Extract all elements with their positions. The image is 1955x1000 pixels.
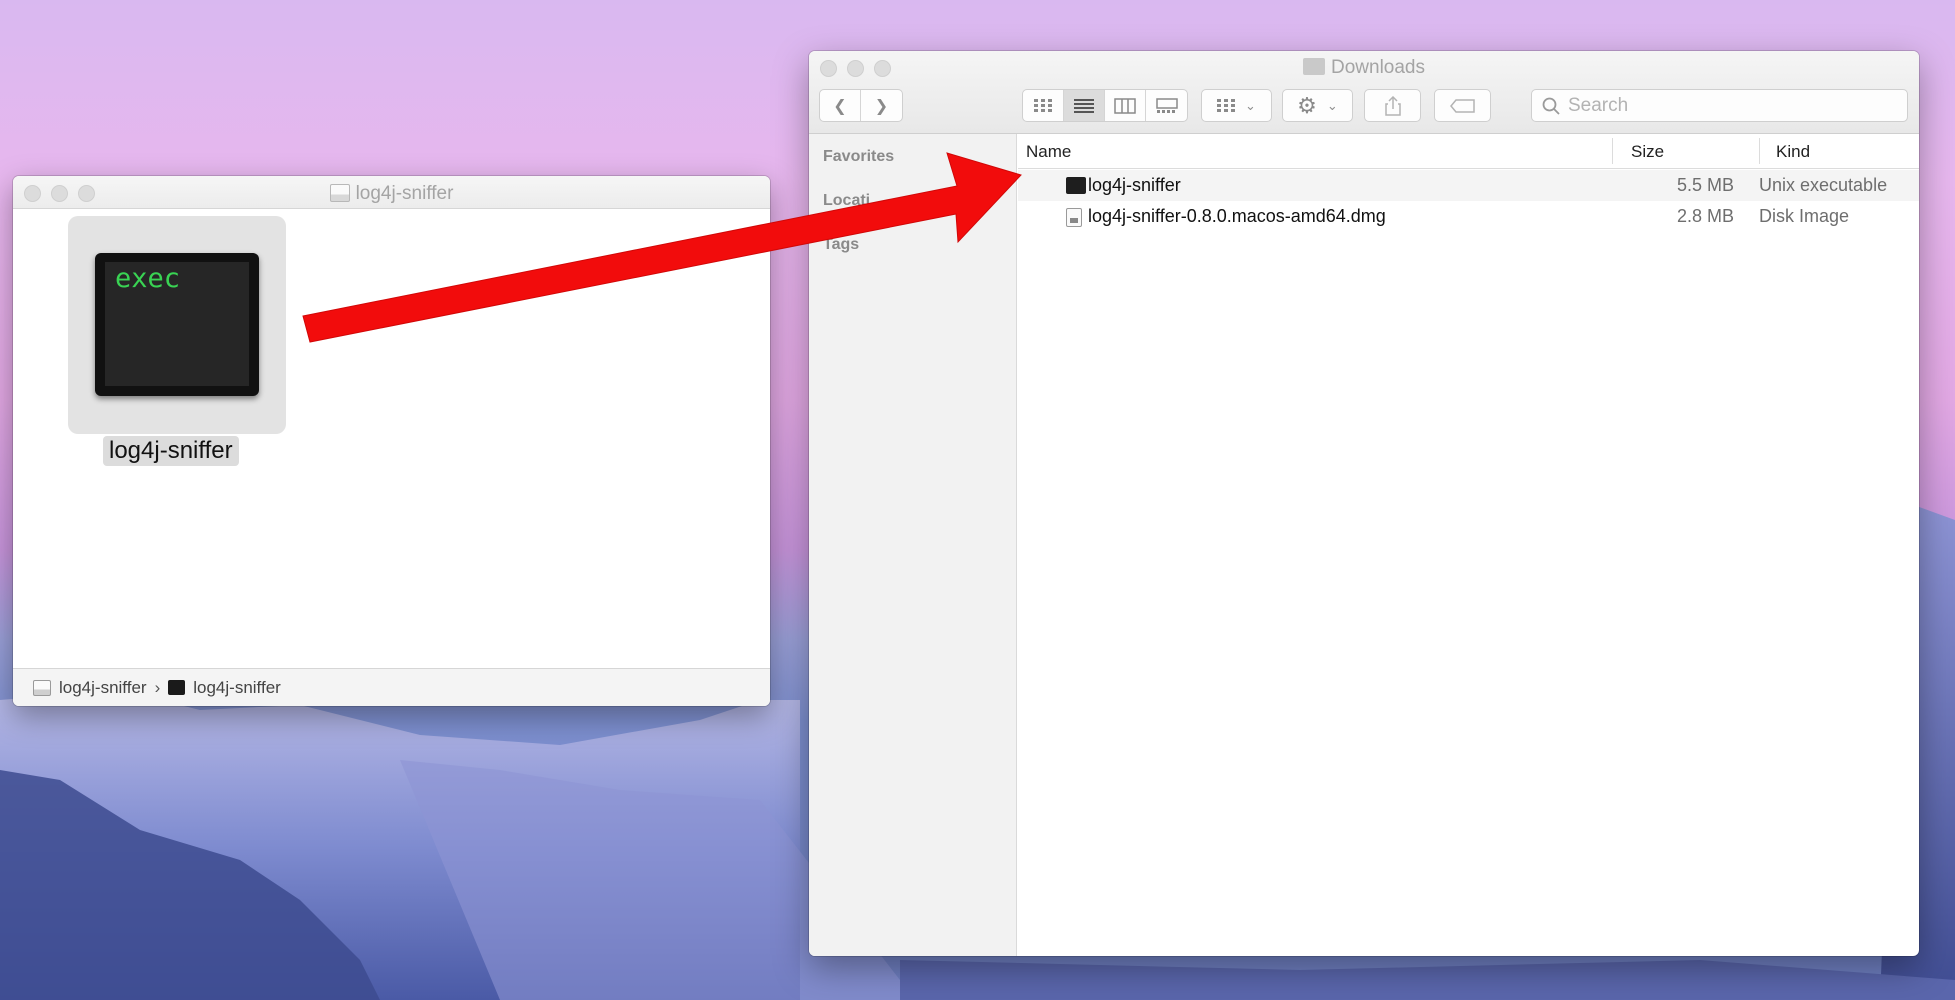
file-size: 2.8 MB	[1676, 206, 1734, 226]
list-view-button[interactable]	[1064, 90, 1105, 121]
gallery-view-button[interactable]	[1146, 90, 1187, 121]
sidebar-locations-header[interactable]: Locati	[823, 192, 870, 210]
column-header-size[interactable]: Size	[1631, 142, 1664, 162]
group-grid-icon	[1217, 98, 1236, 112]
view-mode-control	[1022, 89, 1188, 122]
window-title-text: log4j-sniffer	[355, 183, 454, 204]
gallery-icon	[1155, 97, 1178, 113]
file-row[interactable]: log4j-sniffer-0.8.0.macos-amd64.dmg 2.8 …	[1018, 201, 1919, 232]
toolbar: Downloads ❮ ❯ ⌄ ⚙ ⌄	[809, 51, 1919, 134]
icon-grid-icon	[1034, 98, 1052, 112]
path-segment-file[interactable]: log4j-sniffer	[168, 678, 281, 698]
terminal-icon	[168, 680, 186, 695]
file-label[interactable]: log4j-sniffer	[103, 436, 239, 466]
share-button[interactable]	[1364, 89, 1421, 122]
back-button[interactable]: ❮	[820, 90, 861, 121]
chevron-left-icon: ❮	[833, 97, 847, 115]
downloads-window[interactable]: Downloads ❮ ❯ ⌄ ⚙ ⌄ Search Favorites Loc…	[809, 51, 1919, 956]
window-title: Downloads	[809, 57, 1919, 79]
path-file-label: log4j-sniffer	[193, 677, 281, 697]
column-divider[interactable]	[1759, 138, 1760, 164]
downloads-folder-icon	[1303, 58, 1325, 75]
disk-icon	[329, 184, 350, 202]
column-header-name[interactable]: Name	[1026, 142, 1071, 162]
search-input[interactable]	[1568, 94, 1888, 117]
terminal-exec-icon: exec	[95, 253, 259, 396]
disk-image-window[interactable]: log4j-sniffer exec log4j-sniffer log4j-s…	[13, 176, 770, 706]
gear-icon: ⚙	[1297, 92, 1317, 118]
action-button[interactable]: ⚙ ⌄	[1282, 89, 1353, 122]
sidebar-favorites-header[interactable]: Favorites	[823, 148, 894, 166]
path-volume-label: log4j-sniffer	[59, 677, 147, 697]
icon-view-button[interactable]	[1023, 90, 1064, 121]
sidebar-tags-header[interactable]: Tags	[823, 236, 859, 254]
chevron-down-icon: ⌄	[1326, 97, 1338, 113]
forward-button[interactable]: ❯	[861, 90, 902, 121]
exec-icon-text: exec	[115, 263, 181, 294]
list-header: Name Size Kind	[1018, 134, 1919, 169]
file-kind: Unix executable	[1759, 175, 1888, 195]
path-bar: log4j-sniffer › log4j-sniffer	[13, 668, 770, 706]
file-item-selected[interactable]: exec	[68, 216, 286, 434]
disk-image-icon	[1066, 208, 1082, 227]
file-kind: Disk Image	[1759, 206, 1850, 226]
file-name: log4j-sniffer-0.8.0.macos-amd64.dmg	[1088, 206, 1386, 226]
nav-buttons: ❮ ❯	[819, 89, 903, 122]
tags-button[interactable]	[1434, 89, 1491, 122]
share-icon	[1384, 95, 1401, 116]
column-divider[interactable]	[1612, 138, 1613, 164]
group-by-button[interactable]: ⌄	[1201, 89, 1272, 122]
sidebar: Favorites Locati Tags	[809, 134, 1017, 956]
window-title-text: Downloads	[1331, 57, 1425, 78]
terminal-icon	[1066, 177, 1086, 194]
search-icon	[1542, 97, 1560, 115]
path-segment-volume[interactable]: log4j-sniffer	[33, 678, 147, 698]
path-separator-icon: ›	[154, 677, 161, 697]
columns-icon	[1114, 97, 1136, 114]
search-field[interactable]	[1531, 89, 1908, 122]
column-view-button[interactable]	[1105, 90, 1146, 121]
tag-icon	[1449, 98, 1475, 113]
window-title: log4j-sniffer	[13, 183, 770, 205]
chevron-down-icon: ⌄	[1245, 97, 1256, 113]
chevron-right-icon: ❯	[874, 97, 889, 115]
disk-icon	[33, 679, 51, 696]
file-size: 5.5 MB	[1676, 175, 1734, 195]
column-header-kind[interactable]: Kind	[1776, 142, 1810, 162]
titlebar[interactable]: log4j-sniffer	[13, 176, 770, 209]
file-name: log4j-sniffer	[1088, 175, 1181, 195]
list-lines-icon	[1074, 98, 1094, 113]
file-row[interactable]: log4j-sniffer 5.5 MB Unix executable	[1018, 170, 1919, 201]
